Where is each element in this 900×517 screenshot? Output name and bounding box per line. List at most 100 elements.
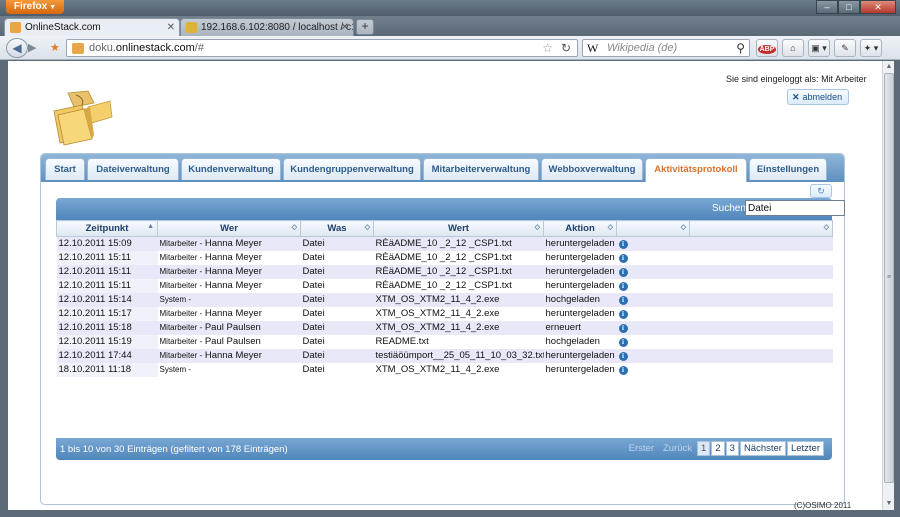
info-icon[interactable]: i: [618, 324, 628, 333]
cell-wer: Mitarbeiter - Hanna Meyer: [157, 348, 301, 363]
adblock-button[interactable]: ABP ▾: [756, 39, 778, 71]
feather-icon: ✎: [841, 43, 849, 53]
tab-mitarbeiterverwaltung[interactable]: Mitarbeiterverwaltung: [423, 158, 539, 180]
minimize-button[interactable]: –: [816, 0, 838, 14]
sort-icon: ◇: [823, 224, 829, 231]
cell-wer: System -: [157, 292, 301, 307]
cell-extra: [689, 334, 833, 349]
pager-button-5[interactable]: 3: [725, 441, 739, 456]
search-input[interactable]: [745, 200, 845, 216]
column-header-zeitpunkt[interactable]: Zeitpunkt ▲: [56, 220, 158, 237]
url-text[interactable]: doku.onlinestack.com/#: [89, 42, 204, 54]
addon-button[interactable]: ✦ ▾: [860, 39, 882, 57]
tab-aktivitaetsprotokoll[interactable]: Aktivitätsprotokoll: [645, 158, 747, 182]
cell-wert: XTM_OS_XTM2_11_4_2.exe: [373, 362, 544, 377]
cell-aktion: erneuert: [543, 320, 617, 335]
logout-button[interactable]: ✕ abmelden: [787, 89, 849, 105]
pager-button-4[interactable]: 2: [711, 441, 725, 456]
table-row[interactable]: 12.10.2011 15:14 System - Datei XTM_OS_XTM…: [56, 292, 833, 307]
info-icon[interactable]: i: [618, 282, 628, 291]
column-header-was[interactable]: Was ◇: [300, 220, 374, 237]
cell-was: Datei: [300, 362, 374, 377]
cell-was: Datei: [300, 348, 374, 363]
tab-dateiverwaltung[interactable]: Dateiverwaltung: [87, 158, 179, 180]
panel-icon: ▣ ▾: [811, 43, 827, 53]
maximize-button[interactable]: □: [838, 0, 860, 14]
column-header-aktion[interactable]: Aktion ◇: [543, 220, 617, 237]
cell-was: Datei: [300, 320, 374, 335]
warning-favicon-icon: [186, 22, 197, 33]
browser-tab-onlinestack[interactable]: OnlineStack.com ✕: [4, 18, 180, 36]
tab-webboxverwaltung[interactable]: Webboxverwaltung: [541, 158, 643, 180]
pager-button-6[interactable]: Nächster: [739, 441, 786, 456]
site-identity-icon: [72, 43, 84, 54]
url-bar[interactable]: doku.onlinestack.com/# ☆ ↻: [66, 39, 578, 57]
table-row[interactable]: 12.10.2011 15:11 Mitarbeiter - Hanna Meye…: [56, 264, 833, 279]
cell-info: i: [616, 264, 690, 279]
firefox-menu-button[interactable]: Firefox ▼: [6, 0, 64, 14]
column-header-extra[interactable]: ◇: [689, 220, 833, 237]
info-icon[interactable]: i: [618, 310, 628, 319]
tab-einstellungen[interactable]: Einstellungen: [749, 158, 827, 180]
table-row[interactable]: 18.10.2011 11:18 System - Datei XTM_OS_XTM…: [56, 362, 833, 377]
table-row[interactable]: 12.10.2011 17:44 Mitarbeiter - Hanna Meye…: [56, 348, 833, 363]
panel-button[interactable]: ▣ ▾: [808, 39, 830, 57]
new-tab-button[interactable]: +: [356, 19, 374, 35]
info-icon[interactable]: i: [618, 338, 628, 347]
cell-zeitpunkt: 12.10.2011 15:11: [56, 278, 158, 293]
close-window-button[interactable]: ✕: [860, 0, 896, 14]
column-header-wert[interactable]: Wert ◇: [373, 220, 544, 237]
refresh-button[interactable]: ↻: [810, 184, 832, 198]
table-header-row: Zeitpunkt ▲ Wer ◇ Was ◇ Wert ◇ Aktion ◇ ◇ ◇: [56, 220, 833, 237]
home-button[interactable]: ⌂: [782, 39, 804, 57]
cell-zeitpunkt: 12.10.2011 15:19: [56, 334, 158, 349]
close-icon[interactable]: ✕: [341, 19, 349, 36]
bookmark-star-icon[interactable]: ★: [50, 42, 62, 54]
info-icon[interactable]: i: [618, 268, 628, 277]
site-favicon-icon: [10, 22, 21, 33]
scroll-thumb[interactable]: ≡: [884, 73, 894, 483]
info-icon[interactable]: i: [618, 254, 628, 263]
cell-zeitpunkt: 18.10.2011 11:18: [56, 362, 158, 377]
feather-button[interactable]: ✎: [834, 39, 856, 57]
star-icon[interactable]: ☆: [542, 41, 553, 55]
forward-button[interactable]: ▶: [28, 41, 44, 55]
cell-aktion: heruntergeladen: [543, 348, 617, 363]
window-controls: – □ ✕: [816, 0, 896, 14]
column-header-info[interactable]: ◇: [616, 220, 690, 237]
scroll-up-icon[interactable]: ▲: [883, 61, 895, 73]
info-icon[interactable]: i: [618, 366, 628, 375]
back-button[interactable]: ◀: [6, 38, 28, 58]
cell-zeitpunkt: 12.10.2011 15:11: [56, 250, 158, 265]
reload-icon[interactable]: ↻: [561, 41, 571, 55]
pager-button-1: Erster: [628, 443, 654, 454]
tab-kundengruppenverwaltung[interactable]: Kundengruppenverwaltung: [283, 158, 421, 180]
table-row[interactable]: 12.10.2011 15:11 Mitarbeiter - Hanna Meye…: [56, 278, 833, 293]
table-row[interactable]: 12.10.2011 15:17 Mitarbeiter - Hanna Meye…: [56, 306, 833, 321]
vertical-scrollbar[interactable]: ▲ ≡ ▼: [882, 61, 894, 510]
wikipedia-icon[interactable]: W: [587, 41, 598, 56]
tab-kundenverwaltung[interactable]: Kundenverwaltung: [181, 158, 281, 180]
cell-wer: Mitarbeiter - Paul Paulsen: [157, 334, 301, 349]
search-bar[interactable]: W Wikipedia (de) ⚲: [582, 39, 750, 57]
info-icon[interactable]: i: [618, 352, 628, 361]
cell-aktion: hochgeladen: [543, 292, 617, 307]
info-icon[interactable]: i: [618, 240, 628, 250]
browser-tab-phpmyadmin[interactable]: 192.168.6.102:8080 / localhost / c1tra..…: [180, 18, 354, 36]
table-row[interactable]: 12.10.2011 15:18 Mitarbeiter - Paul Pauls…: [56, 320, 833, 335]
table-row[interactable]: 12.10.2011 15:11 Mitarbeiter - Hanna Meye…: [56, 250, 833, 265]
table-row[interactable]: 12.10.2011 15:09 Mitarbeiter - Hanna Meye…: [56, 236, 833, 251]
info-icon[interactable]: i: [618, 296, 628, 305]
cell-extra: [689, 306, 833, 321]
magnifier-icon[interactable]: ⚲: [736, 41, 745, 55]
pager-button-3: 1: [697, 441, 711, 456]
pager-button-7[interactable]: Letzter: [786, 441, 824, 456]
cell-aktion: heruntergeladen: [543, 236, 617, 251]
table-row[interactable]: 12.10.2011 15:19 Mitarbeiter - Paul Pauls…: [56, 334, 833, 349]
cell-wert: testiäöümport__25_05_11_10_03_32.txt: [373, 348, 544, 363]
close-icon[interactable]: ✕: [167, 19, 175, 36]
cell-extra: [689, 278, 833, 293]
tab-start[interactable]: Start: [45, 158, 85, 180]
scroll-down-icon[interactable]: ▼: [883, 498, 895, 510]
column-header-wer[interactable]: Wer ◇: [157, 220, 301, 237]
